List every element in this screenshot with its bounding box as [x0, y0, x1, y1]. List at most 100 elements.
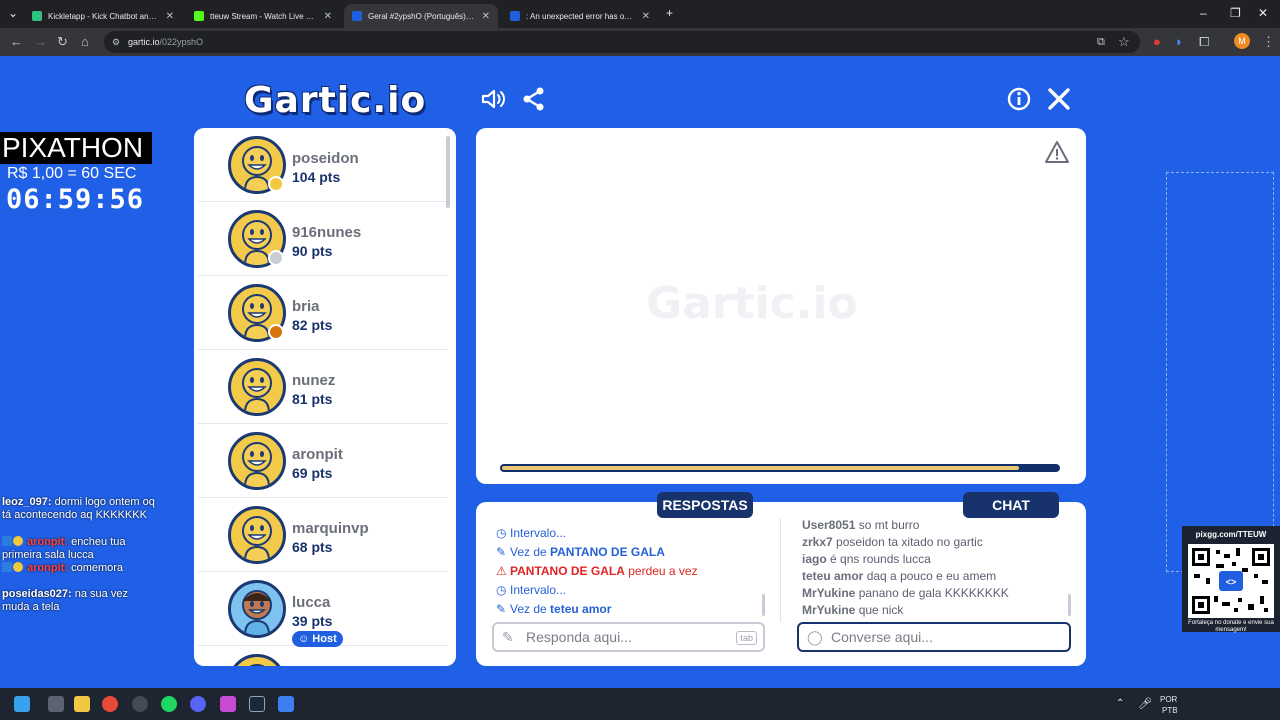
answer-text: Intervalo... [510, 526, 567, 540]
pixathon-countdown: 06:59:56 [6, 184, 145, 215]
stream-chat-line: aronpit: comemora [2, 562, 158, 575]
chat-text: poseidon ta xitado no gartic [836, 535, 983, 549]
chat-scrollbar[interactable] [1068, 594, 1071, 616]
browser-tab[interactable]: tteuw Stream - Watch Live on K... ✕ [186, 4, 340, 28]
url-host: gartic.io [128, 37, 160, 47]
player-points: 69 pts [292, 465, 333, 481]
close-window-icon[interactable]: ✕ [1258, 6, 1268, 20]
player-row[interactable]: nunez 81 pts [198, 350, 448, 424]
minimize-icon[interactable]: – [1200, 6, 1207, 20]
windows-taskbar: ⌃ 🎤︎ POR PTB [0, 688, 1280, 720]
player-avatar [228, 580, 286, 638]
stream-chat-line: aronpit: encheu tua primeira sala lucca [2, 536, 158, 562]
player-points: 81 pts [292, 391, 333, 407]
bookmark-star-icon[interactable]: ☆ [1118, 34, 1130, 50]
drawing-canvas[interactable]: Gartic.io [476, 128, 1086, 484]
report-warning-icon[interactable] [1044, 140, 1070, 164]
start-button-icon[interactable] [14, 696, 30, 712]
spotify-icon[interactable] [161, 696, 177, 712]
stream-chat-line: leoz_097: dormi logo ontem oq tá acontec… [2, 496, 158, 522]
answer-player: PANTANO DE GALA [550, 545, 665, 559]
chat-user: MrYukine [802, 603, 856, 617]
tab-close-icon[interactable]: ✕ [324, 11, 332, 22]
player-row[interactable]: lucca 39 pts ☺ Host [198, 572, 448, 647]
player-row[interactable]: 916nunes 90 pts [198, 202, 448, 276]
player-name: bria [292, 298, 320, 315]
home-icon[interactable]: ⌂ [81, 34, 89, 50]
chat-message: iago é qns rounds lucca [802, 552, 931, 566]
stream-chat-line: poseidas027: na sua vez muda a tela [2, 588, 158, 614]
tab-close-icon[interactable]: ✕ [642, 11, 650, 22]
extension-red-icon[interactable]: ● [1153, 34, 1161, 50]
file-explorer-icon[interactable] [74, 696, 90, 712]
tab-close-icon[interactable]: ✕ [482, 11, 490, 22]
tab-chat[interactable]: CHAT [963, 492, 1059, 518]
reload-icon[interactable]: ↻ [57, 34, 68, 50]
player-row[interactable]: aronpit 69 pts [198, 424, 448, 498]
answer-line: ⚠ PANTANO DE GALA perdeu a vez [496, 564, 698, 578]
new-tab-button[interactable]: + [666, 6, 673, 20]
obs-icon[interactable] [132, 696, 148, 712]
site-info-icon[interactable]: ⚙ [112, 31, 120, 53]
donation-qr-panel: pixgg.com/TTEUW <> Fortaleça no donate e… [1182, 526, 1280, 633]
chrome-icon[interactable] [102, 696, 118, 712]
discord-icon[interactable] [190, 696, 206, 712]
answers-scrollbar[interactable] [762, 594, 765, 616]
info-icon[interactable] [1006, 86, 1032, 112]
player-points: 39 pts [292, 613, 333, 629]
browser-menu-icon[interactable]: ⋮ [1262, 34, 1275, 50]
tray-chevron-icon[interactable]: ⌃ [1116, 698, 1124, 709]
player-row-partial [198, 646, 448, 666]
forward-icon[interactable]: → [34, 34, 47, 50]
browser-tab[interactable]: Geral #2ypshO (Português) - G... ✕ [344, 4, 498, 28]
address-bar[interactable]: ⚙ gartic.io/022ypshO [104, 31, 1140, 53]
app2-icon[interactable] [278, 696, 294, 712]
chat-text: daq a pouco e eu amem [866, 569, 997, 583]
task-view-icon[interactable] [48, 696, 64, 712]
answer-player: teteu amor [550, 602, 612, 616]
browser-tab-strip: ⌄ Kickletapp - Kick Chatbot and ... ✕ tteu… [0, 0, 1280, 28]
chat-message: zrkx7 poseidon ta xitado no gartic [802, 535, 983, 549]
back-icon[interactable]: ← [10, 34, 23, 50]
stream-chat-overlay: leoz_097: dormi logo ontem oq tá acontec… [0, 496, 160, 636]
chat-text: é qns rounds lucca [830, 552, 931, 566]
close-icon[interactable] [1046, 86, 1072, 112]
stream-chat-user: aronpit: [27, 536, 69, 548]
warning-icon: ⚠ [496, 564, 507, 578]
chat-input[interactable]: ◯ Converse aqui... [797, 622, 1071, 652]
tab-respostas[interactable]: RESPOSTAS [657, 492, 753, 518]
browser-tab[interactable]: : An unexpected error has occu... ✕ [502, 4, 658, 28]
extension-blue-icon[interactable]: ◗ [1175, 34, 1183, 50]
tab-favicon-icon [510, 11, 520, 21]
extensions-puzzle-icon[interactable]: ⧠ [1199, 34, 1209, 50]
answer-line: ◷ Intervalo... [496, 583, 566, 597]
profile-avatar[interactable]: M [1234, 33, 1250, 49]
player-row[interactable]: marquinvp 68 pts [198, 498, 448, 572]
player-avatar [228, 358, 286, 416]
player-list-scrollbar[interactable] [446, 136, 450, 208]
maximize-icon[interactable]: ❐ [1230, 6, 1241, 20]
sound-icon[interactable] [480, 86, 506, 112]
tab-search-icon[interactable]: ⌄ [8, 6, 18, 20]
chat-message: MrYukine que nick [802, 603, 903, 617]
player-points: 104 pts [292, 169, 341, 185]
chat-text: que nick [858, 603, 904, 617]
browser-tab[interactable]: Kickletapp - Kick Chatbot and ... ✕ [24, 4, 182, 28]
app-icon[interactable] [220, 696, 236, 712]
steam-icon[interactable] [249, 696, 265, 712]
player-row[interactable]: poseidon 104 pts [198, 128, 448, 202]
share-icon[interactable] [521, 86, 547, 112]
answer-input[interactable]: ✎ Responda aqui... tab [492, 622, 765, 652]
round-timer-bar [500, 464, 1060, 472]
microphone-icon[interactable]: 🎤︎ [1138, 697, 1152, 710]
tab-close-icon[interactable]: ✕ [166, 11, 174, 22]
tab-title: tteuw Stream - Watch Live on K... [210, 11, 318, 21]
gift-badge-icon [13, 562, 23, 572]
player-name: lucca [292, 594, 331, 611]
player-row[interactable]: bria 82 pts [198, 276, 448, 350]
install-app-icon[interactable]: ⧉ [1097, 34, 1105, 50]
keyboard-language[interactable]: POR [1160, 695, 1177, 704]
logo-text: Gartic.io [244, 80, 427, 121]
keyboard-layout[interactable]: PTB [1162, 706, 1178, 715]
gartic-logo[interactable]: Gartic.io [244, 80, 426, 121]
